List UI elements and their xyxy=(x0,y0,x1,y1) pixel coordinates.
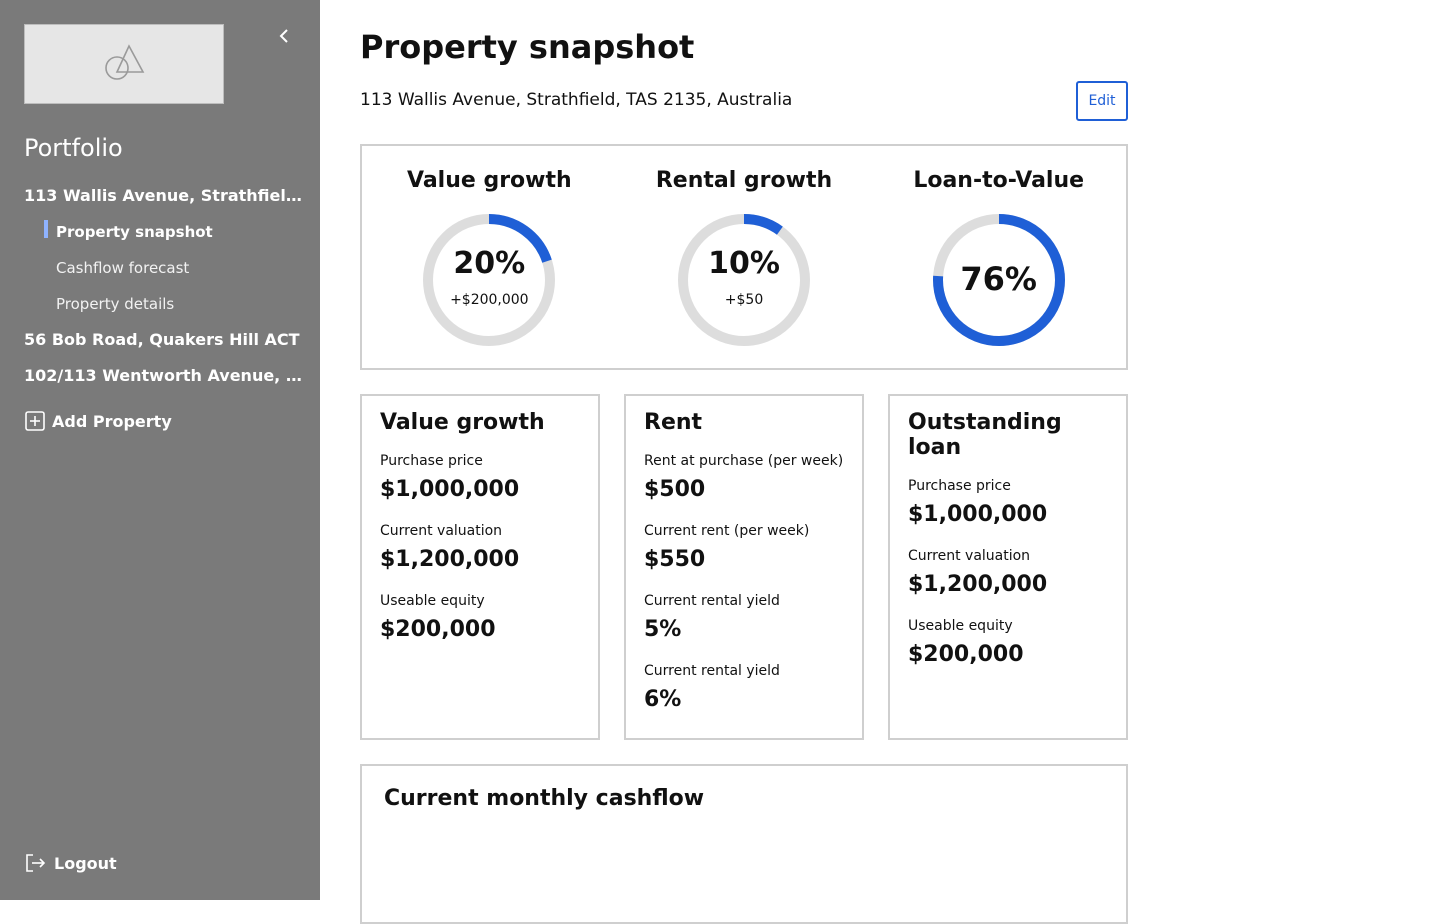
gauge-title: Value growth xyxy=(407,168,572,193)
metric-label: Purchase price xyxy=(380,453,483,469)
gauge-loan-to-value: Loan-to-Value 76% xyxy=(871,146,1126,368)
portfolio-title: Portfolio xyxy=(24,134,123,162)
nav-item-cashflow-forecast[interactable]: Cashflow forecast xyxy=(24,256,304,292)
metric-label: Current rent (per week) xyxy=(644,523,810,539)
metric-value: $1,000,000 xyxy=(380,477,520,502)
card-title: Value growth xyxy=(380,410,545,435)
metric-value: $550 xyxy=(644,547,706,572)
gauge-title: Rental growth xyxy=(655,168,833,193)
metric-value: $1,200,000 xyxy=(380,547,520,572)
metric-label: Useable equity xyxy=(908,618,1013,634)
metric-value: $500 xyxy=(644,477,706,502)
metric-value: $1,200,000 xyxy=(908,572,1048,597)
card-value-growth: Value growth Purchase price $1,000,000 C… xyxy=(360,394,600,740)
active-indicator xyxy=(44,220,48,238)
property-address: 113 Wallis Avenue, Strathfield, TAS 2135… xyxy=(360,90,793,110)
nav-property-3[interactable]: 102/113 Wentworth Avenue, Surry Hills NS… xyxy=(24,364,304,400)
metric-label: Purchase price xyxy=(908,478,1011,494)
metric-label: Rent at purchase (per week) xyxy=(644,453,844,469)
nav-property-2[interactable]: 56 Bob Road, Quakers Hill ACT xyxy=(24,328,304,364)
nav-item-label: Property snapshot xyxy=(56,223,213,241)
logout-icon xyxy=(26,854,46,872)
gauge-value: 10% xyxy=(708,246,780,281)
nav-item-label: Cashflow forecast xyxy=(56,259,190,277)
sidebar: Portfolio 113 Wallis Avenue, Strathfield… xyxy=(0,0,320,900)
metric-label: Current valuation xyxy=(908,548,1031,564)
nav-item-property-details[interactable]: Property details xyxy=(24,292,304,328)
metric-value: $200,000 xyxy=(380,617,496,642)
metric-label: Current rental yield xyxy=(644,593,780,609)
gauge-value-growth: Value growth 20% +$200,000 xyxy=(362,146,617,368)
metric-value: 5% xyxy=(644,617,682,642)
logo-placeholder xyxy=(24,24,224,104)
gauge-value: 76% xyxy=(960,260,1037,298)
metric-value: $1,000,000 xyxy=(908,502,1048,527)
logout-button[interactable]: Logout xyxy=(24,852,117,874)
image-placeholder-icon xyxy=(105,44,145,80)
gauge-sub-value: +$50 xyxy=(724,292,764,308)
chevron-left-icon xyxy=(279,29,288,43)
card-title: Outstanding loan xyxy=(908,410,1062,460)
page-title: Property snapshot xyxy=(360,28,695,66)
nav-item-label: Property details xyxy=(56,295,175,313)
edit-button[interactable]: Edit xyxy=(1076,81,1128,121)
gauge-title: Loan-to-Value xyxy=(913,168,1085,193)
nav-item-property-snapshot[interactable]: Property snapshot xyxy=(24,220,304,256)
add-property-button[interactable]: Add Property xyxy=(24,410,172,432)
cashflow-title: Current monthly cashflow xyxy=(384,786,705,811)
card-rent: Rent Rent at purchase (per week) $500 Cu… xyxy=(624,394,864,740)
gauge-rental-growth: Rental growth 10% +$50 xyxy=(617,146,872,368)
metric-cards: Value growth Purchase price $1,000,000 C… xyxy=(360,394,1128,740)
metric-label: Useable equity xyxy=(380,593,485,609)
logout-label: Logout xyxy=(54,853,117,873)
metric-value: $200,000 xyxy=(908,642,1024,667)
growth-gauges-panel: Value growth 20% +$200,000 Rental growth… xyxy=(360,144,1128,370)
nav-property-1[interactable]: 113 Wallis Avenue, Strathfield TAS xyxy=(24,184,304,220)
property-nav: 113 Wallis Avenue, Strathfield TAS Prope… xyxy=(24,184,304,400)
gauge-value: 20% xyxy=(453,246,526,281)
plus-square-icon xyxy=(25,411,45,431)
card-title: Rent xyxy=(644,410,703,435)
metric-value: 6% xyxy=(644,687,682,712)
metric-label: Current rental yield xyxy=(644,663,780,679)
gauge-sub-value: +$200,000 xyxy=(450,292,529,308)
card-outstanding-loan: Outstanding loan Purchase price $1,000,0… xyxy=(888,394,1128,740)
add-property-label: Add Property xyxy=(52,411,172,431)
collapse-sidebar-button[interactable] xyxy=(272,24,296,48)
cashflow-panel: Current monthly cashflow xyxy=(360,764,1128,924)
metric-label: Current valuation xyxy=(380,523,503,539)
